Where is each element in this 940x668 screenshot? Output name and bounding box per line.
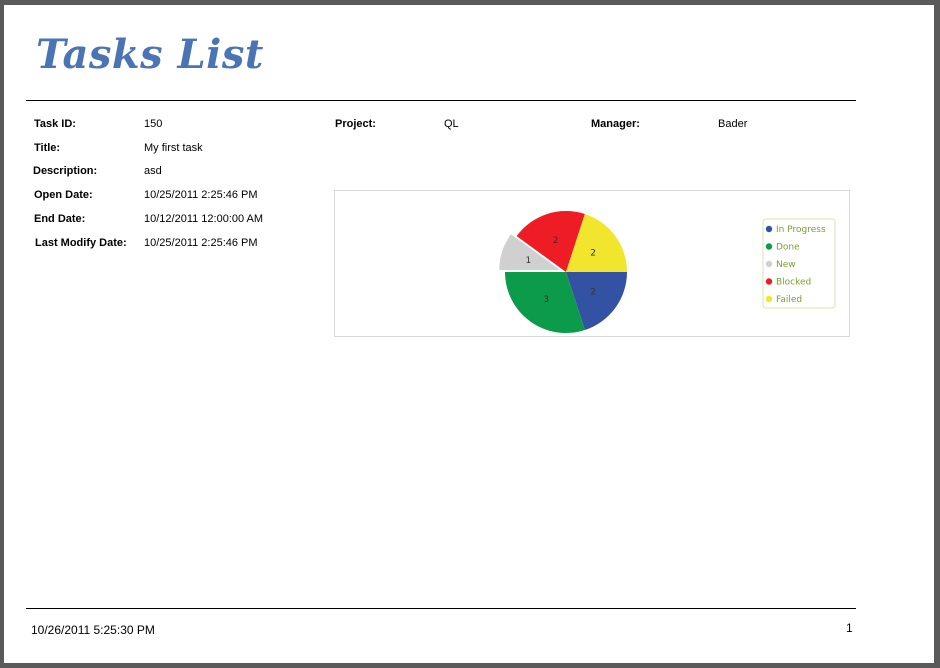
project-value: QL: [444, 118, 459, 130]
project-label: Project:: [335, 118, 376, 130]
title-label: Title:: [34, 142, 61, 154]
description-value: asd: [144, 165, 162, 177]
legend-marker: [765, 278, 773, 285]
legend-marker: [765, 225, 773, 233]
last-modify-date-label: Last Modify Date:: [35, 237, 127, 249]
task-id-label: Task ID:: [34, 118, 76, 130]
manager-label: Manager:: [591, 118, 640, 130]
task-id-value: 150: [144, 118, 163, 130]
pie-data-label: 2: [553, 236, 559, 246]
open-date-value: 10/25/2011 2:25:46 PM: [144, 189, 258, 201]
manager-value: Bader: [718, 118, 748, 130]
legend-entry-label: Done: [776, 243, 800, 253]
end-date-label: End Date:: [34, 213, 86, 225]
legend-entry-label: Failed: [776, 295, 802, 305]
last-modify-date-value: 10/25/2011 2:25:46 PM: [144, 237, 258, 249]
legend-marker: [765, 243, 773, 250]
pie-chart-svg: 2 3 1 2 2 In Progress Done New Blocked Failed: [499, 211, 836, 333]
footer-page-number: 1: [846, 621, 853, 635]
legend-entry-label: New: [776, 260, 796, 270]
report-title: Tasks List: [36, 31, 264, 78]
pie-data-label: 3: [543, 295, 549, 305]
legend-marker: [765, 295, 773, 303]
footer-divider: [26, 608, 856, 609]
pie-data-label: 1: [526, 256, 532, 266]
report-page: Tasks List Task ID: 150 Title: My first …: [4, 5, 934, 663]
legend-entry-label: Blocked: [776, 278, 811, 288]
pie-data-label: 2: [590, 248, 596, 258]
header-divider: [26, 100, 856, 101]
pie-data-label: 2: [590, 288, 596, 298]
end-date-value: 10/12/2011 12:00:00 AM: [144, 213, 264, 225]
legend-marker: [765, 260, 773, 268]
legend-entry-label: In Progress: [776, 225, 826, 235]
title-value: My first task: [144, 142, 203, 154]
open-date-label: Open Date:: [34, 189, 93, 201]
footer-printed-date: 10/26/2011 5:25:30 PM: [31, 623, 155, 637]
status-pie-chart: 2 3 1 2 2 In Progress Done New Blocked Failed: [334, 190, 850, 337]
description-label: Description:: [33, 165, 98, 177]
